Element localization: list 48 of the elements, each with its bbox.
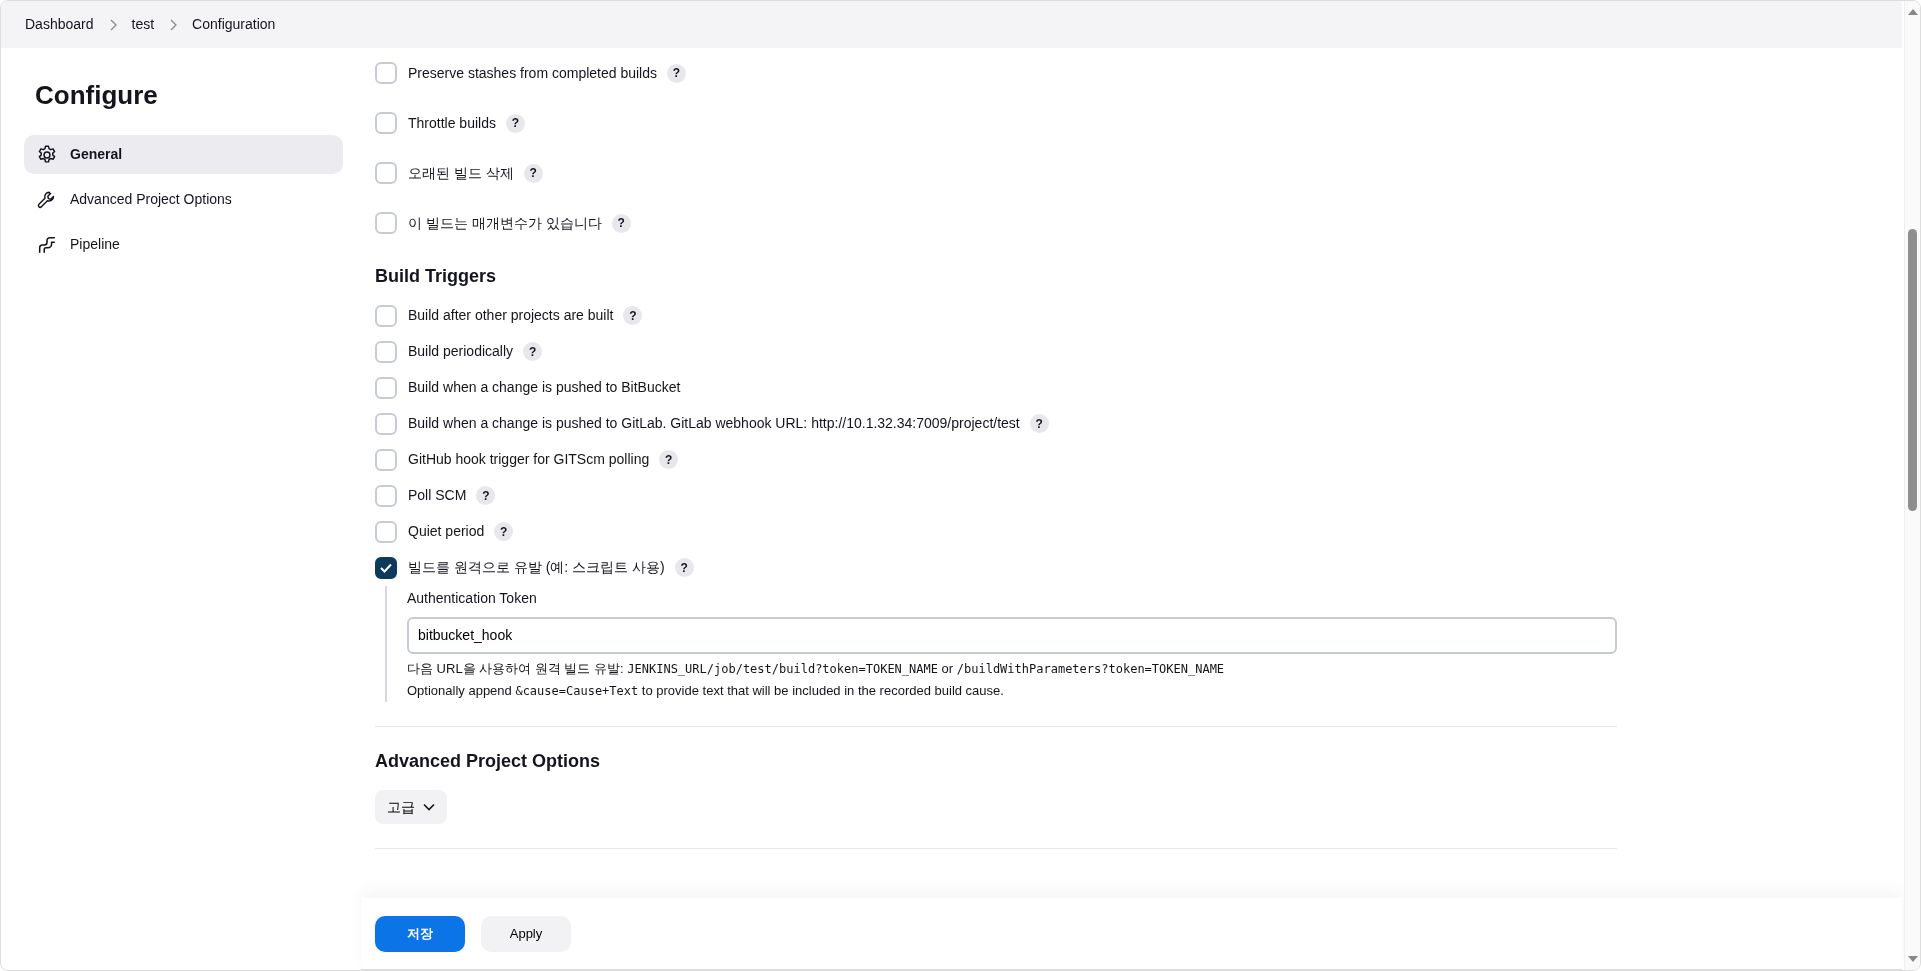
checkbox-label[interactable]: Quiet period [408,521,485,543]
gear-icon [36,143,58,166]
help-button[interactable]: ? [523,163,543,183]
checkbox-label[interactable]: Build when a change is pushed to BitBucket [408,377,681,399]
sidebar-item[interactable]: Advanced Project Options [24,180,343,220]
apply-button[interactable]: Apply [481,915,571,952]
scroll-up-icon[interactable] [1908,9,1918,15]
help-button[interactable]: ? [667,63,686,83]
checkbox-label[interactable]: GitHub hook trigger for GITScm polling [408,449,650,471]
help-button[interactable]: ? [494,522,514,542]
help-button[interactable]: ? [623,306,643,326]
scroll-down-icon[interactable] [1908,956,1918,962]
advanced-button[interactable]: 고급 [375,790,447,825]
checkbox-label[interactable]: 오래된 빌드 삭제 [408,162,514,184]
breadcrumb-link[interactable]: test [131,14,155,35]
section-title: Build Triggers [375,266,498,288]
help-button[interactable]: ? [611,213,631,233]
checkbox[interactable] [375,556,397,579]
help-button[interactable]: ? [674,558,694,578]
scrollbar-thumb[interactable] [1908,229,1917,511]
sidebar-item[interactable]: Pipeline [24,225,343,265]
chevron-down-icon [423,803,435,812]
breadcrumb-link[interactable]: Configuration [192,14,276,35]
help-button[interactable]: ? [659,450,679,470]
checkbox-label[interactable]: Poll SCM [408,485,467,507]
chevron-right-icon [168,18,179,31]
check-icon [380,562,392,573]
token-field[interactable]: bitbucket_hook [407,616,1617,654]
sidebar-item[interactable]: General [24,135,343,175]
field-label: Authentication Token [407,588,538,608]
section-title: Advanced Project Options [375,750,602,773]
help-text: 다음 URL을 사용하여 원격 빌드 유발: JENKINS_URL/job/test/build?token=TOKEN_NAME or /buildWithParameters?token=TOKEN_NAME [407,659,1226,678]
help-button[interactable]: ? [505,113,525,133]
help-button[interactable]: ? [1029,414,1049,434]
checkbox-label[interactable]: Throttle builds [408,112,496,134]
checkbox-label[interactable]: Preserve stashes from completed builds [408,62,657,84]
scrollbar[interactable] [1904,1,1920,970]
help-button[interactable]: ? [476,486,496,506]
help-button[interactable]: ? [523,342,543,362]
checkbox-label[interactable]: 이 빌드는 매개변수가 있습니다 [408,212,602,234]
checkbox-label[interactable]: Build periodically [408,341,514,363]
breadcrumb-link[interactable]: Dashboard [25,14,94,35]
checkbox-label[interactable]: Build after other projects are built [408,305,614,327]
checkbox-label[interactable]: Build when a change is pushed to GitLab. GitLab webhook URL: http://10.1.32.34:7009/project/test [408,413,1020,435]
checkbox-label[interactable]: 빌드를 원격으로 유발 (예: 스크립트 사용) [408,557,665,579]
save-button[interactable]: 저장 [375,915,465,952]
page-title: Configure [35,80,159,112]
help-text: Optionally append &cause=Cause+Text to provide text that will be included in the recorded build cause. [407,681,1005,700]
